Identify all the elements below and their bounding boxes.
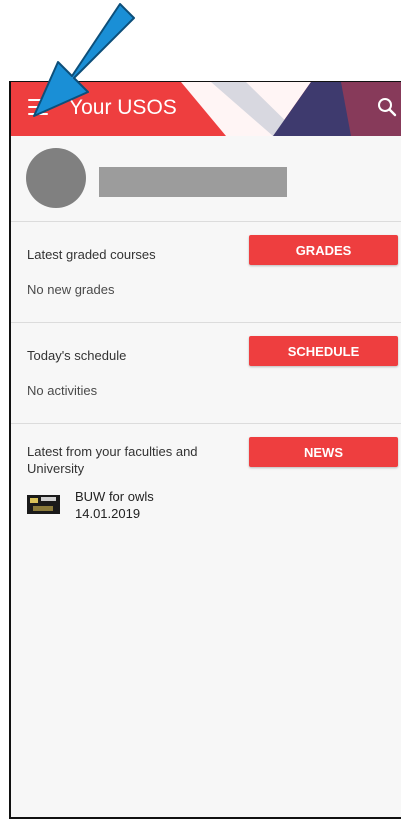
news-section-label: Latest from your faculties and Universit…	[27, 444, 198, 476]
avatar[interactable]	[26, 148, 86, 208]
grades-button[interactable]: GRADES	[249, 235, 398, 265]
profile-header[interactable]	[11, 136, 401, 222]
phone-screen: Your USOS Latest graded courses GRADES N…	[9, 81, 401, 819]
grades-section: Latest graded courses GRADES No new grad…	[11, 222, 401, 323]
user-name-redacted	[99, 167, 287, 197]
screenshot-page: Your USOS Latest graded courses GRADES N…	[0, 0, 401, 825]
news-item-date: 14.01.2019	[75, 506, 141, 521]
news-thumbnail	[27, 495, 60, 514]
grades-empty-text: No new grades	[27, 282, 115, 297]
app-bar: Your USOS	[11, 82, 401, 136]
hamburger-menu-icon[interactable]	[28, 99, 48, 115]
schedule-empty-text: No activities	[27, 383, 98, 398]
news-button[interactable]: NEWS	[249, 437, 398, 467]
search-icon[interactable]	[376, 96, 398, 118]
schedule-button[interactable]: SCHEDULE	[249, 336, 398, 366]
app-title: Your USOS	[69, 96, 177, 119]
news-item-title: BUW for owls	[75, 489, 154, 504]
grades-section-label: Latest graded courses	[27, 247, 156, 262]
news-section: Latest from your faculties and Universit…	[11, 424, 401, 724]
news-list-item[interactable]: BUW for owls 14.01.2019	[27, 487, 347, 523]
schedule-section-label: Today's schedule	[27, 348, 127, 363]
schedule-section: Today's schedule SCHEDULE No activities	[11, 323, 401, 424]
